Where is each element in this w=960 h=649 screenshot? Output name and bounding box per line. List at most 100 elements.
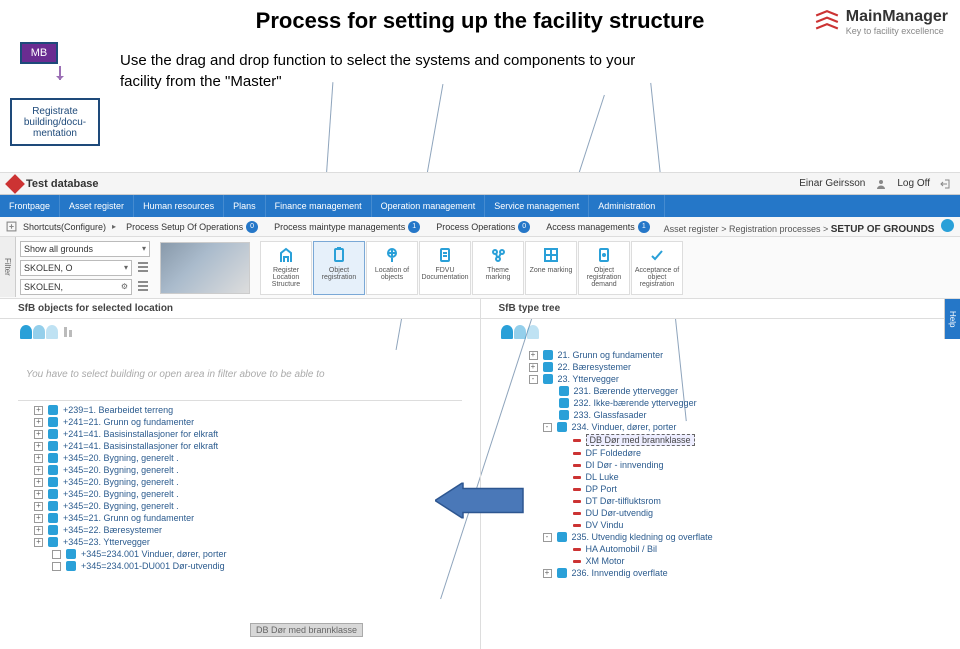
expand-icon[interactable] — [52, 550, 61, 559]
nav-administration[interactable]: Administration — [589, 195, 665, 217]
crumb-asset-register[interactable]: Asset register — [664, 224, 719, 234]
leaf-icon — [573, 560, 581, 563]
leaf-icon — [573, 452, 581, 455]
list-icon[interactable] — [136, 279, 150, 293]
expand-icon[interactable]: + — [34, 490, 43, 499]
expand-icon[interactable]: + — [34, 502, 43, 511]
action-acceptance-of-object-registration[interactable]: Acceptance of object registration — [631, 241, 683, 295]
right-tree-row[interactable]: DT Dør-tilfluktsrom — [499, 495, 943, 507]
help-side-tab[interactable]: Help — [944, 299, 960, 339]
right-tree-row[interactable]: 233. Glassfasader — [499, 409, 943, 421]
nav-human-resources[interactable]: Human resources — [134, 195, 224, 217]
datasource-icon[interactable] — [501, 325, 539, 339]
action-object-registration[interactable]: Object registration — [313, 241, 365, 295]
right-tree-row[interactable]: DU Dør-utvendig — [499, 507, 943, 519]
flow-arrow-icon — [59, 66, 61, 80]
left-tree-row[interactable]: ++345=20. Bygning, generelt . — [18, 464, 462, 476]
expand-icon[interactable]: + — [529, 363, 538, 372]
expand-icon[interactable] — [52, 562, 61, 571]
right-tree-row[interactable]: DF Foldedøre — [499, 447, 943, 459]
node-icon — [559, 386, 569, 396]
filter-grounds-select[interactable]: Show all grounds▾ — [20, 241, 150, 257]
right-tree-row[interactable]: DP Port — [499, 483, 943, 495]
right-tree-row[interactable]: DV Vindu — [499, 519, 943, 531]
right-tree-row[interactable]: 232. Ikke-bærende yttervegger — [499, 397, 943, 409]
right-tree-row[interactable]: -234. Vinduer, dører, porter — [499, 421, 943, 433]
expand-icon[interactable]: + — [34, 478, 43, 487]
expand-icon[interactable]: + — [34, 430, 43, 439]
crumb-registration[interactable]: Registration processes — [729, 224, 821, 234]
expand-icon[interactable]: + — [34, 538, 43, 547]
left-tree-row[interactable]: ++345=20. Bygning, generelt . — [18, 488, 462, 500]
left-tree-row[interactable]: ++345=23. Yttervegger — [18, 536, 462, 548]
right-tree-row[interactable]: DL Luke — [499, 471, 943, 483]
nav-asset-register[interactable]: Asset register — [60, 195, 134, 217]
right-tree-row[interactable]: 231. Bærende yttervegger — [499, 385, 943, 397]
globe-icon[interactable] — [941, 219, 954, 232]
right-tree-row[interactable]: -23. Yttervegger — [499, 373, 943, 385]
subtab-access-managements[interactable]: Access managements1 — [542, 221, 654, 233]
node-icon — [66, 561, 76, 571]
left-tree-row[interactable]: ++345=20. Bygning, generelt . — [18, 452, 462, 464]
list-icon[interactable] — [136, 260, 150, 274]
action-zone-marking[interactable]: Zone marking — [525, 241, 577, 295]
expand-icon[interactable]: + — [34, 514, 43, 523]
filter-skolen2-select[interactable]: SKOLEN,⚙ — [20, 279, 132, 295]
expand-icon[interactable]: + — [543, 569, 552, 578]
left-tree-row[interactable]: ++345=20. Bygning, generelt . — [18, 476, 462, 488]
datasource-icon[interactable] — [20, 325, 58, 339]
action-register-location-structure[interactable]: Register Location Structure — [260, 241, 312, 295]
nav-finance-management[interactable]: Finance management — [266, 195, 372, 217]
left-tree-row[interactable]: ++345=22. Bæresystemer — [18, 524, 462, 536]
right-tree-row[interactable]: +21. Grunn og fundamenter — [499, 349, 943, 361]
right-tree-row[interactable]: +22. Bæresystemer — [499, 361, 943, 373]
expand-icon[interactable]: + — [34, 406, 43, 415]
main-nav: FrontpageAsset registerHuman resourcesPl… — [0, 195, 960, 217]
left-tree-row[interactable]: +345=234.001 Vinduer, dører, porter — [18, 548, 462, 560]
expand-icon[interactable]: + — [529, 351, 538, 360]
left-tree-row[interactable]: ++241=41. Basisinstallasjoner for elkraf… — [18, 428, 462, 440]
nav-service-management[interactable]: Service management — [485, 195, 589, 217]
expand-icon[interactable]: - — [543, 423, 552, 432]
shortcuts-label[interactable]: Shortcuts(Configure) — [23, 222, 106, 232]
left-tree-row[interactable]: +345=234.001-DU001 Dør-utvendig — [18, 560, 462, 572]
expand-icon[interactable]: + — [34, 418, 43, 427]
subtab-process-operations[interactable]: Process Operations0 — [432, 221, 534, 233]
expand-icon[interactable]: + — [34, 526, 43, 535]
expand-icon[interactable]: + — [34, 454, 43, 463]
action-theme-marking[interactable]: Theme marking — [472, 241, 524, 295]
right-tree-row[interactable]: -235. Utvendig kledning og overflate — [499, 531, 943, 543]
nav-operation-management[interactable]: Operation management — [372, 195, 486, 217]
node-icon — [48, 537, 58, 547]
expand-icon[interactable]: + — [34, 466, 43, 475]
filter-side-tab[interactable]: Filter — [0, 237, 16, 297]
subtab-process-setup-of-operations[interactable]: Process Setup Of Operations0 — [122, 221, 262, 233]
expand-icon[interactable]: - — [543, 533, 552, 542]
action-location-of-objects[interactable]: Location of objects — [366, 241, 418, 295]
nav-plans[interactable]: Plans — [224, 195, 266, 217]
right-tree-row[interactable]: XM Motor — [499, 555, 943, 567]
nav-frontpage[interactable]: Frontpage — [0, 195, 60, 217]
right-tree-row[interactable]: DB Dør med brannklasse — [499, 433, 943, 447]
action-object-registration-demand[interactable]: Object registration demand — [578, 241, 630, 295]
subtab-process-maintype-managements[interactable]: Process maintype managements1 — [270, 221, 424, 233]
logoff-icon[interactable] — [940, 178, 952, 190]
left-tree-row[interactable]: ++241=21. Grunn og fundamenter — [18, 416, 462, 428]
action-fdvu-documentation[interactable]: FDVU Documentation — [419, 241, 471, 295]
expand-icon[interactable]: + — [34, 442, 43, 451]
node-icon — [48, 513, 58, 523]
right-tree-row[interactable]: DI Dør - innvending — [499, 459, 943, 471]
left-tree-row[interactable]: ++239=1. Bearbeidet terreng — [18, 404, 462, 416]
shortcuts-expand-icon[interactable] — [6, 221, 17, 232]
left-tree-row[interactable]: ++345=21. Grunn og fundamenter — [18, 512, 462, 524]
node-icon — [559, 398, 569, 408]
left-tree-row[interactable]: ++241=41. Basisinstallasjoner for elkraf… — [18, 440, 462, 452]
bars-icon[interactable] — [64, 327, 72, 337]
left-tree-row[interactable]: ++345=20. Bygning, generelt . — [18, 500, 462, 512]
filter-skolen1-select[interactable]: SKOLEN, O▾ — [20, 260, 132, 276]
right-tree-row[interactable]: HA Automobil / Bil — [499, 543, 943, 555]
node-icon — [543, 362, 553, 372]
logoff-link[interactable]: Log Off — [897, 178, 930, 189]
right-tree-row[interactable]: +236. Innvendig overflate — [499, 567, 943, 579]
expand-icon[interactable]: - — [529, 375, 538, 384]
